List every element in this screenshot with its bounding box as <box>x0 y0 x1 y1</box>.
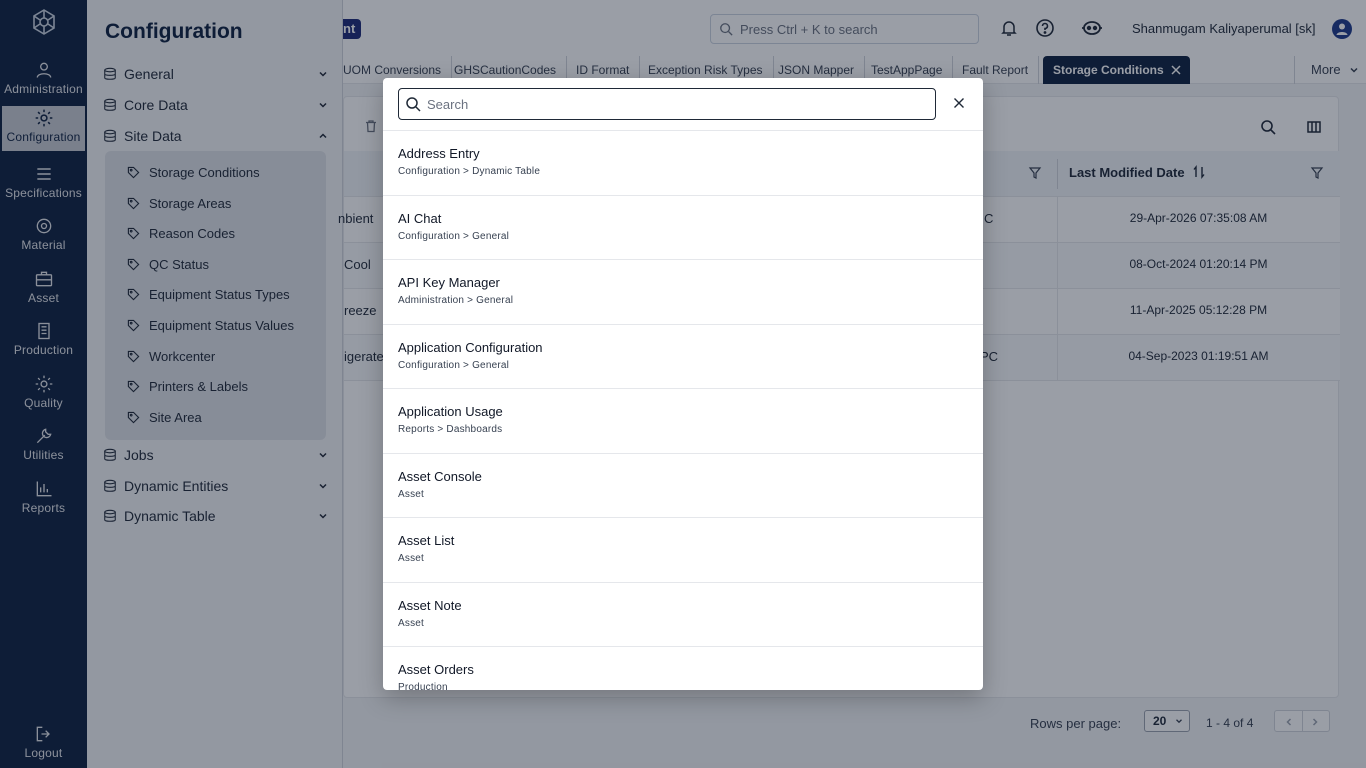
result-path: Asset <box>398 617 425 629</box>
result-title: Application Configuration <box>398 339 543 355</box>
result-path: Administration > General <box>398 295 514 306</box>
search-result-item[interactable]: Application Configuration Configuration … <box>383 325 983 389</box>
search-results-list: Address Entry Configuration > Dynamic Ta… <box>383 130 983 690</box>
modal-search-box[interactable] <box>398 88 936 120</box>
result-title: Asset Note <box>398 597 462 613</box>
result-path: Configuration > General <box>398 230 510 242</box>
result-path: Configuration > Dynamic Table <box>398 166 541 177</box>
search-result-item[interactable]: API Key Manager Administration > General <box>383 260 983 325</box>
result-title: Address Entry <box>398 146 480 161</box>
result-path: Configuration > General <box>398 359 510 371</box>
quick-search-modal: Address Entry Configuration > Dynamic Ta… <box>383 78 983 690</box>
result-title: Asset Orders <box>398 662 474 677</box>
search-result-item[interactable]: Application Usage Reports > Dashboards <box>383 389 983 454</box>
result-path: Asset <box>398 553 425 564</box>
result-path: Production <box>398 682 448 690</box>
result-path: Reports > Dashboards <box>398 424 503 435</box>
modal-search-input[interactable] <box>427 96 907 112</box>
search-result-item[interactable]: Address Entry Configuration > Dynamic Ta… <box>383 131 983 196</box>
result-title: API Key Manager <box>398 275 500 290</box>
result-title: AI Chat <box>398 210 442 226</box>
close-icon[interactable] <box>951 95 967 111</box>
search-result-item[interactable]: Asset Note Asset <box>383 583 983 647</box>
search-result-item[interactable]: Asset List Asset <box>383 518 983 583</box>
result-title: Application Usage <box>398 404 503 419</box>
result-path: Asset <box>398 488 425 500</box>
search-icon <box>406 97 421 112</box>
search-result-item[interactable]: Asset Orders Production <box>383 647 983 690</box>
search-result-item[interactable]: AI Chat Configuration > General <box>383 196 983 260</box>
search-result-item[interactable]: Asset Console Asset <box>383 454 983 518</box>
result-title: Asset List <box>398 533 455 548</box>
result-title: Asset Console <box>398 468 482 484</box>
